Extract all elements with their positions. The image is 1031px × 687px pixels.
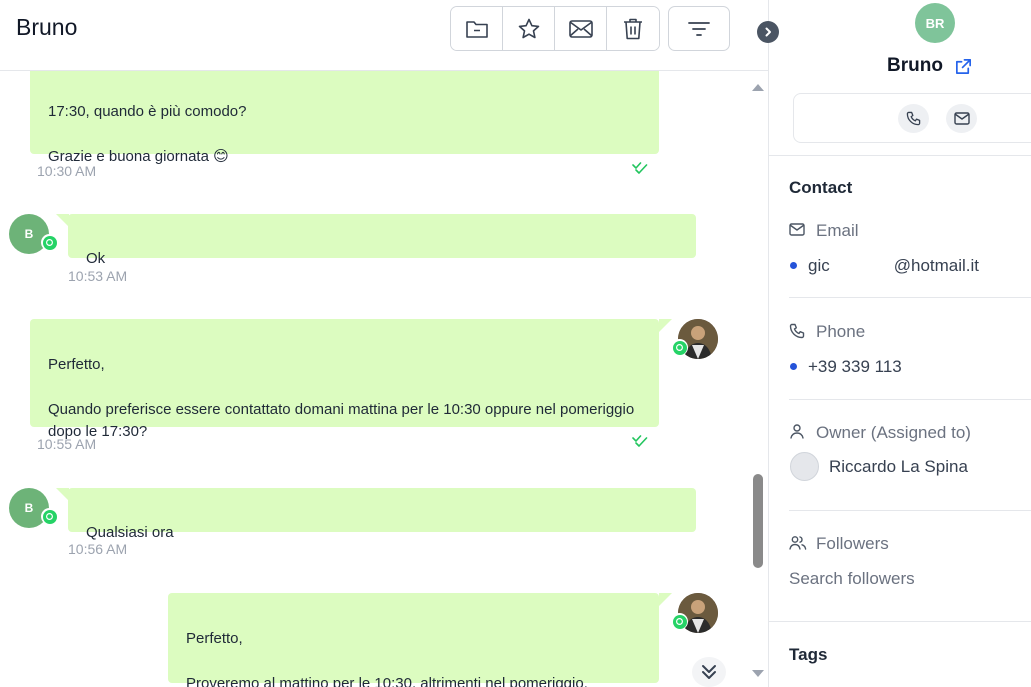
scroll-up-arrow[interactable] [752,84,764,91]
owner-avatar [790,452,819,481]
phone-label: Phone [816,322,866,341]
email-value[interactable]: gic @hotmail.it [808,256,979,276]
message-time: 10:56 AM [68,541,128,557]
message-bubble-incoming: Qualsiasi ora [68,488,696,541]
conversation-title: Bruno [16,14,78,40]
call-button[interactable] [898,104,929,133]
whatsapp-badge [41,508,58,525]
owner-label: Owner (Assigned to) [816,423,971,442]
message-text: Perfetto, Quando preferisce essere conta… [48,355,635,441]
phone-value[interactable]: +39 339 113 [808,357,902,377]
chevron-right-icon [765,27,771,37]
email-button[interactable] [946,104,977,133]
whatsapp-icon [676,618,683,625]
message-time: 10:53 AM [68,268,128,284]
divider [789,510,1031,511]
conversation-toolbar [450,6,660,51]
whatsapp-icon [46,239,53,246]
divider [789,297,1031,298]
star-icon [518,18,539,38]
users-icon [789,536,807,550]
section-title-contact: Contact [789,178,853,197]
contact-avatar-large: BR [915,3,955,43]
conversation-header: Bruno [0,0,768,71]
message-time: 10:30 AM [37,163,97,179]
followers-label: Followers [816,534,889,553]
mark-unread-button[interactable] [555,7,607,50]
message-text: Ok [86,249,106,267]
divider [789,399,1031,400]
section-title-tags: Tags [789,645,828,664]
followers-search-input[interactable]: Search followers [789,569,915,589]
delete-button[interactable] [607,7,659,50]
scrollbar-thumb[interactable] [753,474,763,568]
external-link-icon [955,58,972,75]
open-contact-link[interactable] [954,57,973,81]
owner-name[interactable]: Riccardo La Spina [829,457,968,477]
whatsapp-icon [676,344,683,351]
scroll-down-arrow[interactable] [752,670,764,677]
mail-icon [953,112,970,125]
whatsapp-badge [41,234,58,251]
message-bubble-outgoing: Perfetto, Proveremo al mattino per le 10… [168,593,659,687]
bubble-tail [659,593,672,606]
whatsapp-badge [671,613,688,630]
contact-name: Bruno [887,55,943,76]
filter-icon [688,21,710,36]
contact-details-panel: BR Bruno Contact Email gic @hotmail.it Ph… [768,0,1031,687]
user-icon [790,424,804,439]
collapse-panel-button[interactable] [757,21,779,43]
trash-icon [624,18,642,39]
primary-dot [790,363,797,370]
mail-icon [568,19,593,38]
phone-icon [789,323,805,339]
message-text: Qualsiasi ora [86,523,174,541]
message-text: Perfetto, Proveremo al mattino per le 10… [186,629,588,687]
folder-icon [465,20,488,38]
whatsapp-icon [46,513,53,520]
message-bubble-incoming: Ok [68,214,696,267]
star-button[interactable] [503,7,555,50]
primary-dot [790,262,797,269]
divider [769,621,1031,622]
message-bubble-outgoing: 17:30, quando è più comodo? Grazie e buo… [30,71,659,165]
jump-to-bottom-button[interactable] [692,657,726,687]
phone-icon [906,111,921,126]
whatsapp-badge [671,339,688,356]
message-bubble-outgoing: Perfetto, Quando preferisce essere conta… [30,319,659,440]
read-check-icon [632,162,648,174]
bubble-tail [659,319,672,332]
message-text: 17:30, quando è più comodo? Grazie e buo… [48,102,247,165]
read-check-icon [632,435,648,447]
mail-icon [789,223,805,236]
message-list[interactable]: 17:30, quando è più comodo? Grazie e buo… [0,71,768,687]
message-time: 10:55 AM [37,436,97,452]
double-chevron-down-icon [702,665,716,679]
filter-button[interactable] [668,6,730,51]
move-to-folder-button[interactable] [451,7,503,50]
quick-actions [793,93,1031,143]
divider [769,155,1031,156]
email-label: Email [816,221,859,240]
